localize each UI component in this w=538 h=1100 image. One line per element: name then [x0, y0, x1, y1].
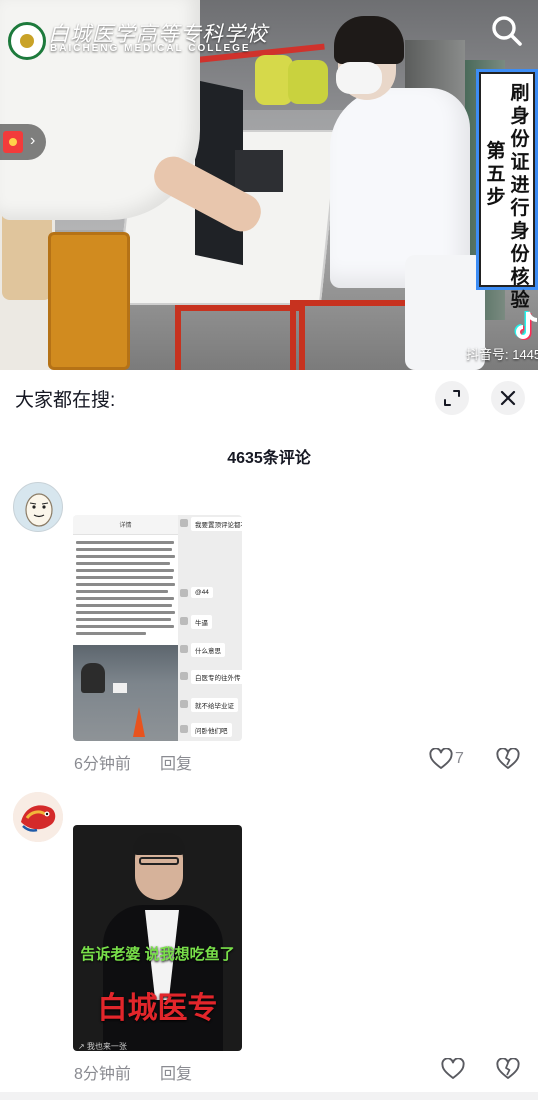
screenshot-text-line — [76, 583, 175, 586]
search-button[interactable] — [488, 12, 526, 50]
screenshot-text-line — [76, 632, 146, 635]
step-caption-box: 刷身份证进行身份核验 第五步 — [479, 72, 535, 311]
screenshot-chat-message: 就不给毕业证 — [191, 698, 238, 712]
like-count: 7 — [455, 750, 464, 767]
screenshot-chat-message: @44 — [191, 587, 213, 598]
expand-icon — [444, 390, 460, 406]
reply-button[interactable]: 回复 — [160, 1060, 192, 1084]
red-packet-button[interactable]: › — [0, 124, 46, 160]
screenshot-photo-box — [113, 683, 127, 693]
comment-count: 4635条评论 — [227, 450, 311, 467]
screenshot-chat-message: 问卧他们吧 — [191, 723, 232, 737]
red-envelope-icon — [3, 131, 23, 153]
screenshot-document: 详情 — [73, 515, 178, 741]
screenshot-text-line — [76, 618, 171, 621]
step-caption-col2: 第五步 — [486, 140, 506, 208]
screenshot-text-line — [76, 576, 173, 579]
screenshot-text-line — [76, 555, 175, 558]
broken-heart-icon[interactable] — [496, 748, 520, 770]
video-player[interactable]: 白城医学高等专科学校 BAICHENG MEDICAL COLLEGE › 刷身… — [0, 0, 538, 370]
reply-button[interactable]: 回复 — [160, 750, 192, 774]
video-bag — [288, 60, 328, 104]
screenshot-chat-avatar — [180, 725, 188, 733]
tiktok-logo-icon — [514, 311, 538, 340]
close-icon — [500, 390, 516, 406]
image-caption-red: 白城医专 — [97, 991, 218, 1026]
comment-time: 6分钟前 — [74, 756, 131, 773]
image-man-glasses — [139, 857, 179, 865]
close-button[interactable] — [491, 381, 525, 415]
screenshot-photo-person — [81, 663, 105, 693]
screenshot-chat-avatar — [180, 700, 188, 708]
video-worker-hair — [334, 16, 404, 64]
screenshot-text-line — [76, 597, 174, 600]
image-caption-green: 告诉老婆 说我想吃鱼了 — [80, 946, 235, 963]
screenshot-chat-avatar — [180, 617, 188, 625]
screenshot-chat-message: 什么意思 — [191, 643, 225, 657]
trending-search-title[interactable]: 大家都在搜: — [15, 385, 115, 412]
screenshot-chat-avatar — [180, 645, 188, 653]
video-worker-mask — [336, 62, 382, 94]
expand-button[interactable] — [435, 381, 469, 415]
screenshot-text-line — [76, 604, 172, 607]
broken-heart-icon[interactable] — [496, 1058, 520, 1080]
screenshot-text-line — [76, 625, 174, 628]
video-id-reader — [235, 150, 283, 192]
chevron-right-icon: › — [30, 132, 36, 149]
screenshot-photo — [73, 645, 178, 741]
screenshot-text-line — [76, 590, 168, 593]
egg-avatar-icon — [25, 493, 53, 527]
screenshot-header: 详情 — [73, 515, 178, 535]
school-name-en: BAICHENG MEDICAL COLLEGE — [50, 43, 251, 54]
avatar[interactable] — [13, 482, 63, 532]
screenshot-text-line — [76, 562, 170, 565]
screenshot-chat-avatar — [180, 672, 188, 680]
screenshot-chat-message: 我要置顶评论都不 — [191, 517, 242, 531]
step-caption-col1: 刷身份证进行身份核验 — [510, 82, 530, 311]
video-suitcase — [48, 232, 130, 370]
video-desk-frame — [175, 305, 305, 370]
search-icon — [492, 16, 522, 46]
comment-image[interactable]: 详情 我要置顶评论都不 @44 牛逼 什么意思 白医专的往外传 就不给毕业证 问… — [73, 515, 242, 741]
school-logo-icon — [8, 22, 46, 60]
comment-image[interactable]: 告诉老婆 说我想吃鱼了 白城医专 ↗ 我也来一张 — [73, 825, 242, 1051]
screenshot-text-line — [76, 569, 174, 572]
screenshot-chat-message: 牛逼 — [191, 615, 212, 629]
dragon-avatar-icon — [13, 792, 63, 842]
screenshot-text-line — [76, 611, 175, 614]
heart-icon[interactable] — [441, 1058, 465, 1080]
heart-icon[interactable] — [429, 748, 453, 770]
screenshot-chat-avatar — [180, 519, 188, 527]
screenshot-chat-message: 白医专的往外传 — [191, 670, 242, 684]
screenshot-header-title: 详情 — [119, 523, 132, 529]
bottom-divider — [0, 1092, 538, 1100]
screenshot-photo-cone — [133, 707, 145, 737]
avatar[interactable] — [13, 792, 63, 842]
screenshot-chat-avatar — [180, 589, 188, 597]
comment-time: 8分钟前 — [74, 1066, 131, 1083]
video-desk-frame — [290, 300, 420, 370]
screenshot-text-line — [76, 541, 174, 544]
video-watermark: 抖音号: 1445 — [466, 347, 538, 362]
image-corner-text: ↗ 我也来一张 — [78, 1042, 127, 1051]
screenshot-text-line — [76, 548, 172, 551]
image-man-hair — [133, 833, 185, 855]
